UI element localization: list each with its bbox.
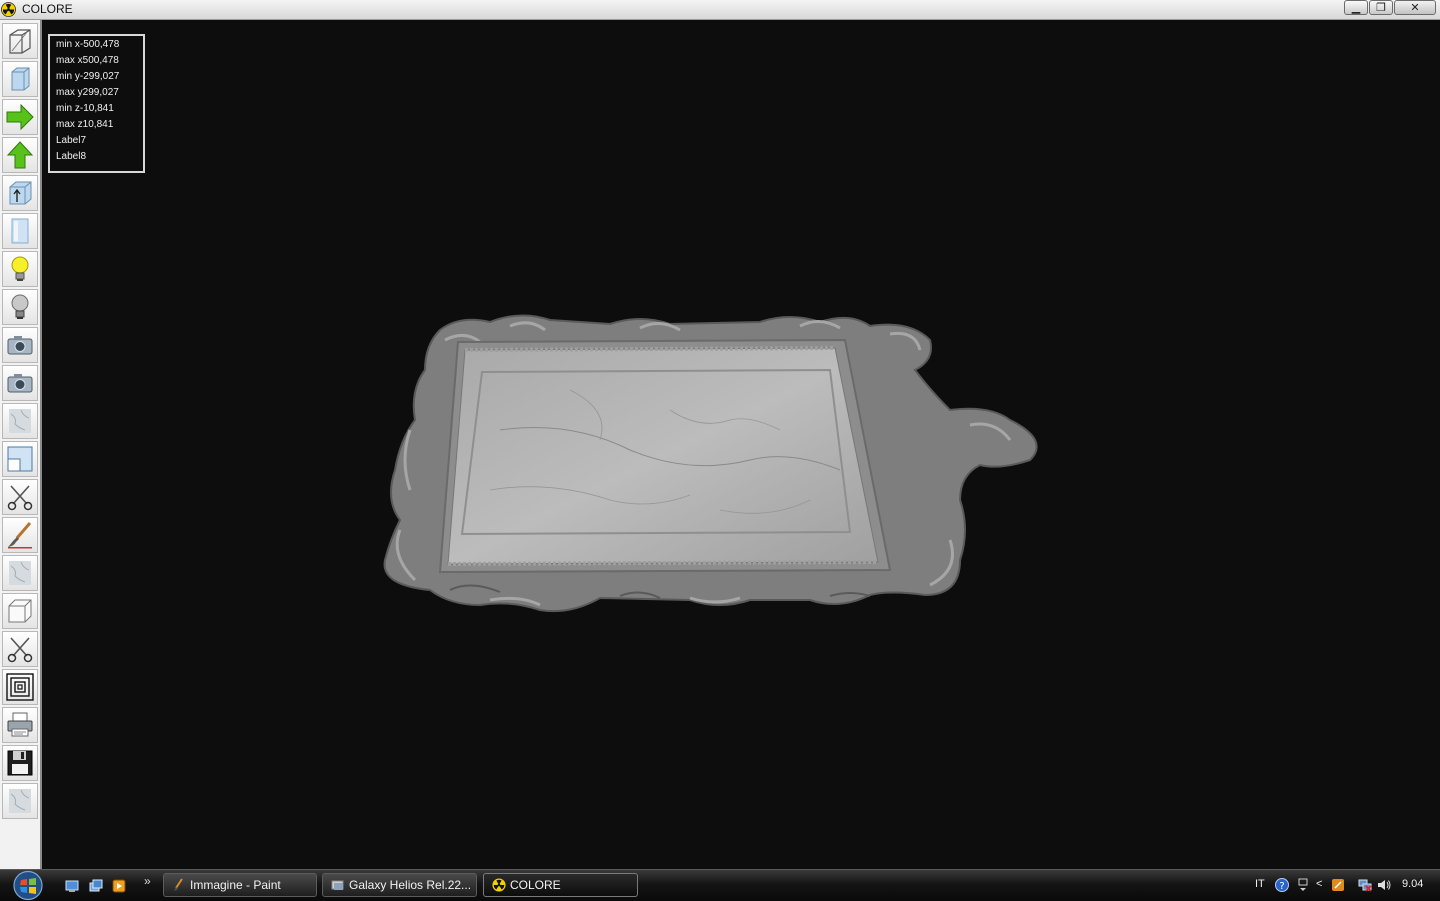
show-desktop-icon[interactable] [65,879,79,893]
info-label7: Label7 [56,135,87,146]
task-label-colore: COLORE [510,878,561,892]
svg-text:?: ? [1279,881,1284,892]
tool-palette [0,20,42,869]
marble-texture-icon [9,561,31,585]
arrow-right-icon [6,103,34,131]
cube-outline-button[interactable] [2,593,38,629]
glass-cube-button[interactable] [2,61,38,97]
marble-texture-button-3[interactable] [2,783,38,819]
task-button-galaxy-helios[interactable]: Galaxy Helios Rel.22... [322,873,477,897]
arrow-up-icon [6,141,34,169]
maximize-button[interactable]: ❐ [1369,0,1393,15]
marble-texture-icon [9,409,31,433]
cube-arrow-up-button[interactable] [2,175,38,211]
camera-button-2[interactable] [2,365,38,401]
bounding-box-info-panel: min x-500,478 max x500,478 min y-299,027… [48,34,145,173]
galaxy-helios-app-icon [331,880,344,890]
scissors-icon [7,485,33,511]
info-min-z: min z-10,841 [56,103,114,114]
volume-icon[interactable] [1377,878,1391,892]
save-button[interactable] [2,745,38,781]
print-button[interactable] [2,707,38,743]
info-min-x: min x-500,478 [56,39,120,50]
radiation-icon [492,878,506,892]
radiation-icon [1,2,16,17]
cube-outline-icon [8,599,32,623]
start-orb-icon[interactable] [7,870,49,901]
info-max-y: max y299,027 [56,87,119,98]
paint-app-icon [174,878,183,891]
taskbar: » Immagine - Paint Galaxy Helios Rel.22.… [0,869,1440,901]
arrow-up-button[interactable] [2,137,38,173]
concentric-squares-icon [6,673,34,701]
info-min-y: min y-299,027 [56,71,120,82]
help-icon[interactable]: ? [1275,878,1289,892]
marble-texture-icon [9,789,31,813]
scissors-button-1[interactable] [2,479,38,515]
offset-outline-button[interactable] [2,669,38,705]
language-indicator[interactable]: IT [1255,878,1265,890]
light-bulb-on-icon [11,256,29,281]
paint-brush-icon [8,522,32,549]
language-bar-options-icon[interactable] [1296,878,1310,892]
media-player-icon[interactable] [112,879,126,893]
info-max-z: max z10,841 [56,119,114,130]
scissors-button-2[interactable] [2,631,38,667]
paint-brush-button[interactable] [2,517,38,553]
camera-icon [7,336,33,355]
app-tray-icon[interactable] [1331,878,1345,892]
camera-button-1[interactable] [2,327,38,363]
glass-panel-button[interactable] [2,213,38,249]
camera-icon [7,374,33,393]
scissors-icon [7,637,33,663]
close-button[interactable]: ✕ [1394,0,1436,15]
network-disconnected-icon[interactable] [1358,878,1372,892]
arrow-right-button[interactable] [2,99,38,135]
title-bar: COLORE ▁ ❐ ✕ [0,0,1440,20]
viewport-3d-model[interactable] [370,300,1060,630]
switch-windows-icon[interactable] [89,879,103,893]
task-label-paint: Immagine - Paint [190,878,281,892]
marble-texture-button-1[interactable] [2,403,38,439]
panel-resize-icon [7,446,33,472]
light-off-button[interactable] [2,289,38,325]
floppy-disk-icon [7,750,33,776]
light-on-button[interactable] [2,251,38,287]
quick-launch-overflow[interactable]: » [144,874,151,888]
task-label-galaxy-helios: Galaxy Helios Rel.22... [349,878,472,892]
window-title: COLORE [22,2,73,16]
info-label8: Label8 [56,151,87,162]
clock[interactable]: 9.04 [1402,878,1423,890]
printer-icon [7,712,33,737]
cube-arrow-up-icon [9,181,32,205]
wireframe-box-icon [9,29,31,54]
glass-cube-icon [11,67,30,91]
panel-resize-button[interactable] [2,441,38,477]
marble-texture-button-2[interactable] [2,555,38,591]
task-button-paint[interactable]: Immagine - Paint [163,873,317,897]
light-bulb-off-icon [11,294,29,319]
minimize-button[interactable]: ▁ [1344,0,1368,15]
info-max-x: max x500,478 [56,55,119,66]
show-hidden-icons-arrow[interactable]: < [1316,878,1322,890]
wireframe-box-button[interactable] [2,23,38,59]
task-button-colore[interactable]: COLORE [483,873,638,897]
glass-panel-icon [11,218,29,244]
